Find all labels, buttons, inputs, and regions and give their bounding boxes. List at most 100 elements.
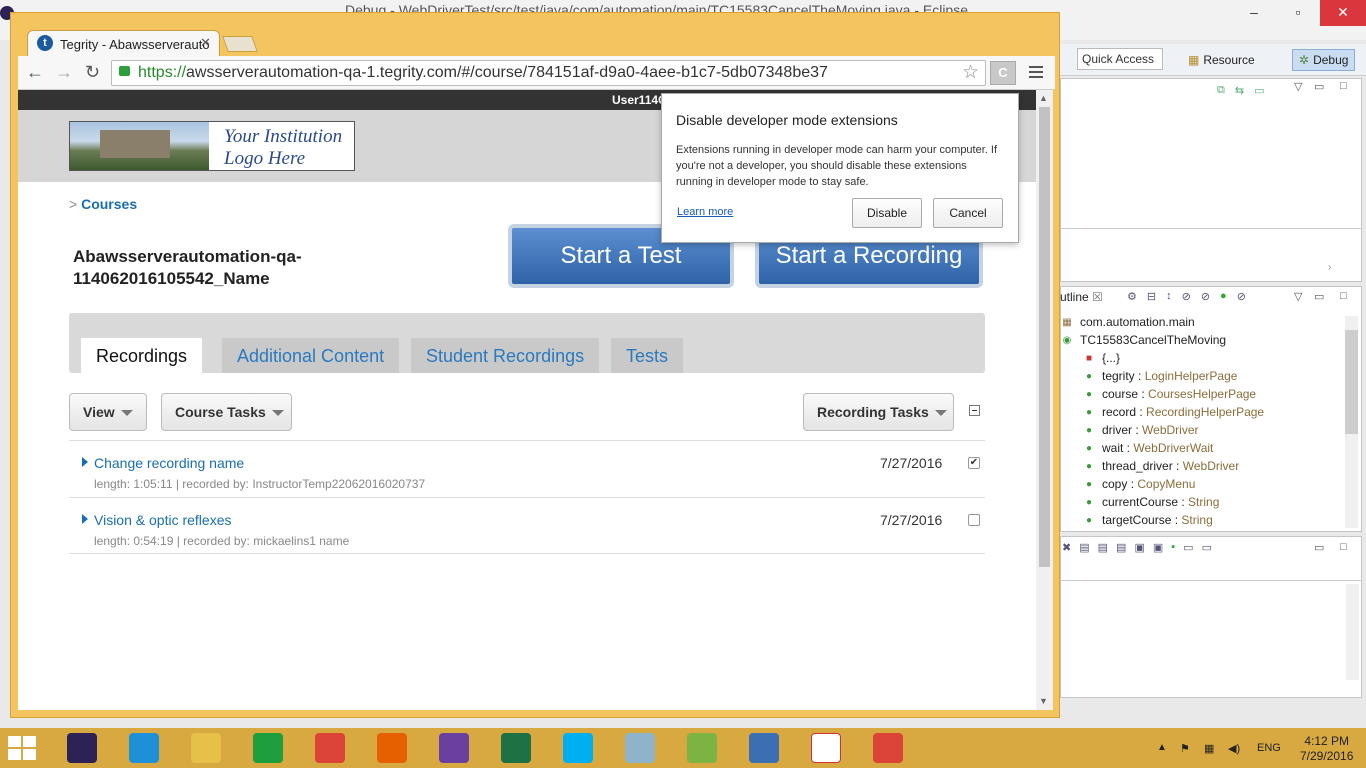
outline-item[interactable]: ■ {...} (1062, 349, 1342, 367)
cancel-button[interactable]: Cancel (933, 198, 1003, 228)
show-hidden-icons-icon[interactable]: ▲ (1157, 742, 1167, 753)
taskbar-app[interactable] (736, 730, 792, 766)
browser-tab[interactable]: Tegrity - Abawsserverauto (27, 30, 220, 56)
outline-item[interactable]: ● driver : WebDriver (1062, 421, 1342, 439)
outline-item[interactable]: ● thread_driver : WebDriver (1062, 457, 1342, 475)
pin-icon[interactable]: ▣ (1134, 541, 1144, 554)
taskbar-app[interactable] (674, 730, 730, 766)
taskbar-app[interactable] (364, 730, 420, 766)
bookmark-star-icon[interactable]: ☆ (962, 61, 979, 84)
taskbar-app[interactable] (54, 730, 110, 766)
show-output-icon[interactable]: ▣ (1153, 541, 1163, 554)
outline-minimize-icon[interactable]: ▭ (1314, 290, 1324, 303)
clock[interactable]: 4:12 PM 7/29/2016 (1300, 734, 1353, 764)
outline-maximize-icon[interactable]: □ (1340, 290, 1347, 302)
new-console-icon[interactable]: ▭ (1202, 541, 1212, 554)
console-scrollbar[interactable] (1346, 584, 1359, 680)
scroll-up-icon[interactable]: ▲ (1039, 93, 1048, 103)
hide-nonpublic-icon[interactable]: ● (1220, 290, 1227, 303)
console-maximize-icon[interactable]: □ (1340, 541, 1347, 553)
address-bar[interactable]: https://awsserverautomation-qa-1.tegrity… (111, 60, 986, 86)
scroll-lock-icon[interactable]: ▤ (1098, 541, 1108, 554)
reload-icon[interactable]: ↻ (85, 62, 100, 83)
back-arrow-icon[interactable]: ← (26, 62, 44, 83)
user-name[interactable]: User114C (612, 93, 667, 107)
forward-arrow-icon[interactable]: → (55, 62, 73, 83)
tab-close-icon[interactable]: ✕ (200, 35, 211, 51)
volume-icon[interactable]: ◀) (1228, 742, 1240, 755)
taskbar-app[interactable] (488, 730, 544, 766)
close-button[interactable]: ✕ (1320, 0, 1366, 26)
new-tab-button[interactable] (222, 36, 258, 52)
taskbar-app[interactable] (116, 730, 172, 766)
minimize-view-icon[interactable]: ▭ (1314, 80, 1324, 93)
scrollbar-thumb[interactable] (1039, 107, 1050, 567)
outline-item[interactable]: ● currentCourse : String (1062, 493, 1342, 511)
taskbar-app[interactable] (612, 730, 668, 766)
outline-item[interactable]: ● copy : CopyMenu (1062, 475, 1342, 493)
remove-icon[interactable]: ✖ (1062, 541, 1071, 554)
tab-additional-content[interactable]: Additional Content (222, 338, 400, 373)
outline-item[interactable]: ● tegrity : LoginHelperPage (1062, 367, 1342, 385)
console-minimize-icon[interactable]: ▭ (1314, 541, 1324, 554)
taskbar-app[interactable] (798, 730, 854, 766)
scroll-right-icon[interactable]: › (1328, 262, 1331, 273)
quick-access-input[interactable]: Quick Access (1077, 48, 1163, 70)
hide-static-icon[interactable]: ⊘ (1201, 290, 1210, 303)
close-icon[interactable]: ☒ (1092, 290, 1103, 304)
recording-link[interactable]: Change recording name (94, 455, 244, 471)
collapse-all-icon[interactable]: ⊟ (1147, 290, 1156, 303)
flag-icon[interactable]: ⚑ (1180, 742, 1190, 755)
disable-button[interactable]: Disable (852, 198, 922, 228)
tab-recordings[interactable]: Recordings (81, 338, 203, 373)
course-tasks-dropdown[interactable]: Course Tasks (161, 393, 292, 431)
chrome-menu-icon[interactable] (1029, 66, 1043, 81)
hide-local-icon[interactable]: ⊘ (1237, 290, 1246, 303)
taskbar-app[interactable] (426, 730, 482, 766)
outline-item[interactable]: ◉ TC15583CancelTheMoving (1062, 331, 1342, 349)
expand-triangle-icon[interactable] (82, 457, 88, 467)
display-icon[interactable]: ▪ (1171, 541, 1175, 554)
network-icon[interactable]: ▦ (1204, 742, 1214, 755)
perspective-debug[interactable]: ✲ Debug (1292, 49, 1356, 71)
taskbar-app[interactable] (178, 730, 234, 766)
outline-item[interactable]: ● wait : WebDriverWait (1062, 439, 1342, 457)
recording-checkbox[interactable] (968, 514, 980, 526)
view-menu-icon[interactable]: ▽ (1294, 80, 1302, 93)
recording-tasks-dropdown[interactable]: Recording Tasks (803, 393, 954, 431)
select-all-checkbox[interactable] (969, 405, 980, 416)
maximize-view-icon[interactable]: □ (1340, 80, 1347, 92)
hide-fields-icon[interactable]: ⊘ (1182, 290, 1191, 303)
outline-tab[interactable]: utline ☒ (1060, 290, 1103, 304)
clear-icon[interactable]: ▤ (1079, 541, 1089, 554)
tab-student-recordings[interactable]: Student Recordings (411, 338, 600, 373)
perspective-resource[interactable]: ▦ Resource (1182, 49, 1261, 71)
maximize-button[interactable]: ▫ (1276, 0, 1320, 26)
outline-scrollbar[interactable] (1345, 316, 1358, 528)
taskbar-app[interactable] (550, 730, 606, 766)
outline-item[interactable]: ● targetCourse : String (1062, 511, 1342, 529)
extension-icon[interactable]: C (990, 61, 1016, 85)
taskbar-app[interactable] (860, 730, 916, 766)
language-indicator[interactable]: ENG (1257, 742, 1281, 754)
learn-more-link[interactable]: Learn more (677, 206, 733, 218)
expand-triangle-icon[interactable] (82, 514, 88, 524)
outline-item[interactable]: ● record : RecordingHelperPage (1062, 403, 1342, 421)
word-wrap-icon[interactable]: ▤ (1116, 541, 1126, 554)
scroll-down-icon[interactable]: ▼ (1039, 696, 1048, 706)
sort-icon[interactable]: ↕ (1166, 290, 1172, 303)
taskbar-app[interactable] (302, 730, 358, 766)
recording-checkbox[interactable]: ✔ (968, 457, 980, 469)
select-icon[interactable]: ▭ (1254, 84, 1264, 97)
breadcrumb-courses-link[interactable]: Courses (81, 196, 137, 212)
view-dropdown[interactable]: View (69, 393, 147, 431)
tab-tests[interactable]: Tests (611, 338, 684, 373)
minimize-button[interactable]: – (1232, 0, 1276, 26)
recording-link[interactable]: Vision & optic reflexes (94, 512, 231, 528)
taskbar-app[interactable] (240, 730, 296, 766)
collapse-icon[interactable]: ⧉ (1217, 84, 1225, 97)
outline-item[interactable]: ● course : CoursesHelperPage (1062, 385, 1342, 403)
settings-icon[interactable]: ⚙ (1127, 290, 1137, 303)
outline-item[interactable]: ▦ com.automation.main (1062, 313, 1342, 331)
windows-start-icon[interactable] (8, 736, 38, 760)
